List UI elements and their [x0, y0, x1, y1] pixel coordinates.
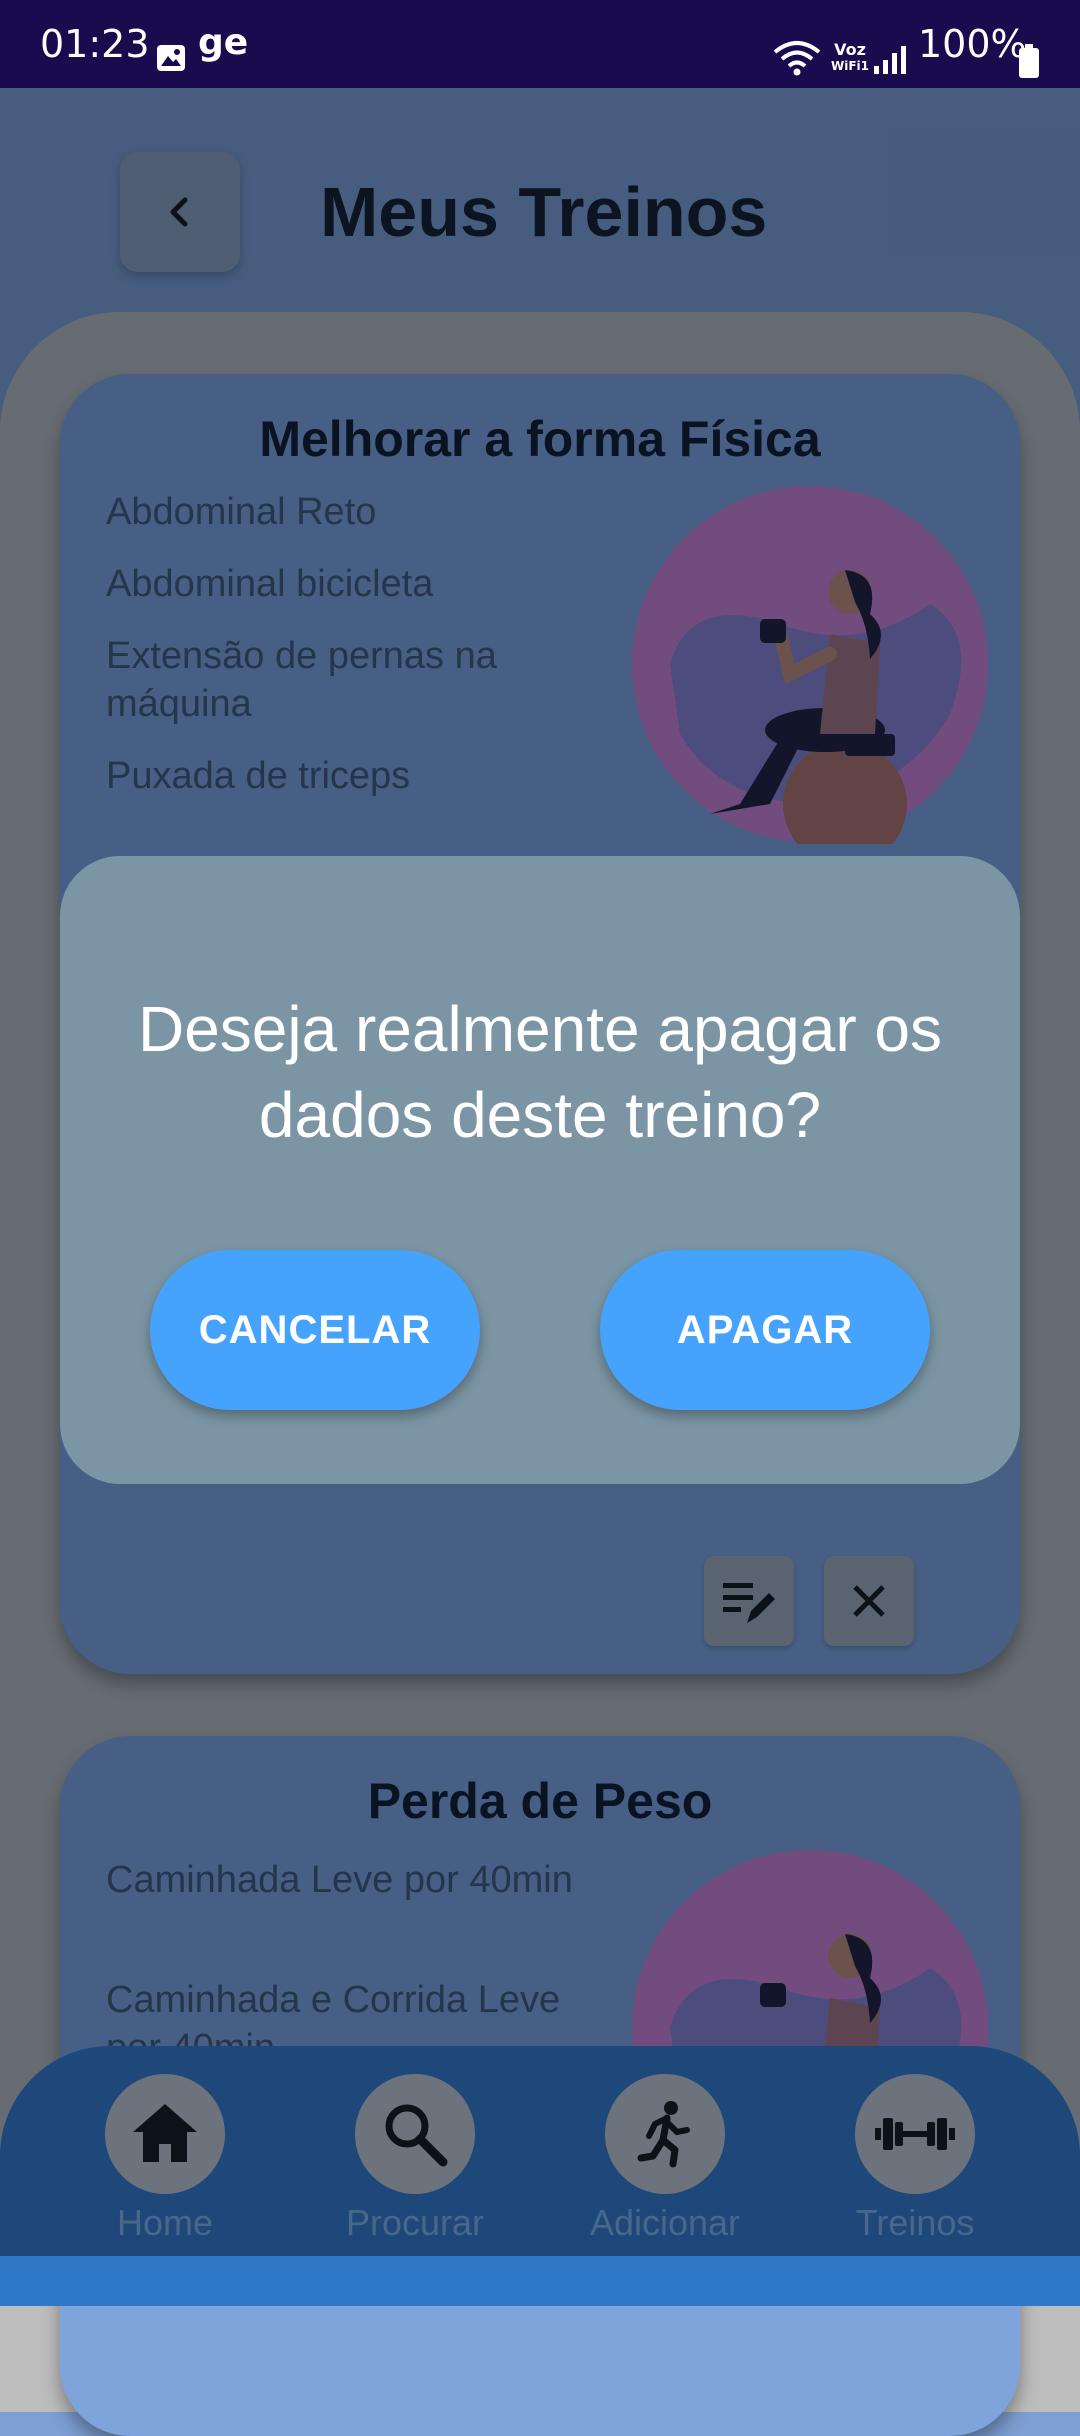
confirm-delete-button[interactable]: APAGAR — [600, 1250, 930, 1410]
carrier-label: ge — [198, 22, 249, 63]
status-time: 01:23 — [40, 22, 150, 66]
battery-icon — [1019, 44, 1039, 78]
cancel-button[interactable]: CANCELAR — [150, 1250, 480, 1410]
wifi-icon — [773, 41, 821, 76]
voz-wifi-indicator: Voz WiFi1 — [830, 42, 870, 74]
signal-icon — [874, 46, 906, 74]
wifi-calling-label: WiFi1 — [830, 59, 869, 73]
confirm-delete-dialog: Deseja realmente apagar os dados deste t… — [60, 856, 1020, 1484]
dialog-message: Deseja realmente apagar os dados deste t… — [137, 993, 943, 1151]
voz-label: Voz — [834, 40, 866, 59]
battery-percent: 100% — [918, 22, 1027, 66]
gallery-icon — [157, 45, 185, 71]
status-bar: 01:23 ge Voz WiFi1 100% — [0, 0, 1080, 88]
